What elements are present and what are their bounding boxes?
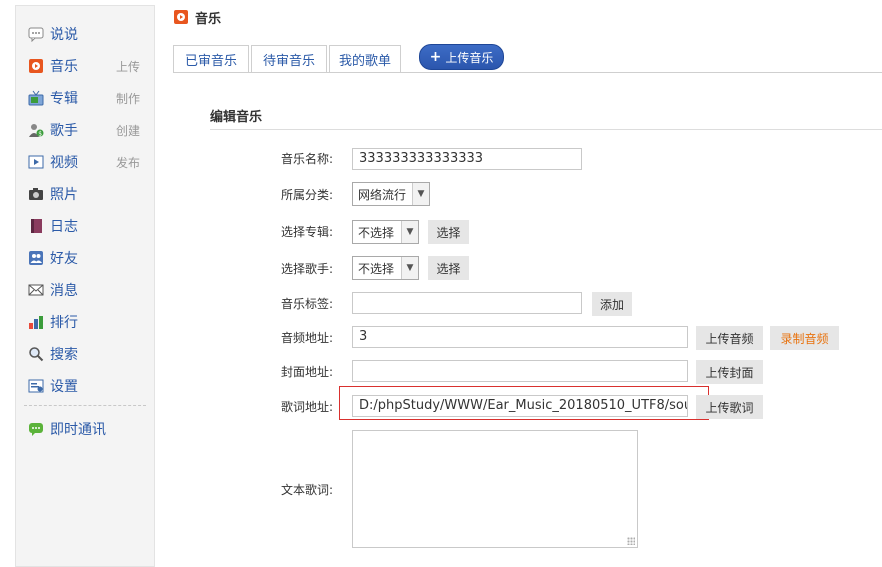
- singer-label: 选择歌手:: [281, 262, 334, 276]
- singer-select[interactable]: 不选择 ▼: [352, 256, 419, 280]
- resize-handle-icon[interactable]: [627, 537, 635, 545]
- category-select[interactable]: 网络流行 ▼: [352, 182, 430, 206]
- sidebar-item-label: 即时通讯: [50, 422, 106, 438]
- sidebar-item-label: 设置: [50, 379, 78, 395]
- record-audio-button[interactable]: 录制音频: [770, 326, 839, 350]
- sidebar-item-label: 日志: [50, 219, 78, 235]
- sidebar-item-label: 消息: [50, 283, 78, 299]
- add-tag-button[interactable]: 添加: [592, 292, 632, 316]
- tabs-divider: [173, 72, 882, 73]
- create-singer-link[interactable]: 创建: [116, 122, 140, 139]
- chevron-down-icon: ▼: [401, 221, 418, 243]
- cover-label: 封面地址:: [281, 365, 334, 379]
- category-label: 所属分类:: [281, 188, 334, 202]
- chat-icon: [28, 421, 44, 437]
- sidebar-item-label: 歌手: [50, 123, 78, 139]
- sidebar-item-album[interactable]: 专辑 制作: [28, 86, 148, 110]
- sidebar-item-label: 排行: [50, 315, 78, 331]
- sidebar-item-singer[interactable]: $ 歌手 创建: [28, 118, 148, 142]
- speech-bubble-icon: [28, 26, 44, 42]
- upload-audio-button[interactable]: 上传音频: [696, 326, 763, 350]
- upload-link[interactable]: 上传: [116, 58, 140, 75]
- sidebar-item-ranking[interactable]: 排行: [28, 310, 148, 334]
- upload-lyrics-button[interactable]: 上传歌词: [696, 395, 763, 419]
- album-label: 选择专辑:: [281, 225, 334, 239]
- select-album-button[interactable]: 选择: [428, 220, 469, 244]
- svg-text:$: $: [38, 131, 42, 138]
- upload-cover-button[interactable]: 上传封面: [696, 360, 763, 384]
- sidebar-item-settings[interactable]: 设置: [28, 374, 148, 398]
- plus-icon: +: [429, 49, 442, 65]
- upload-music-label: 上传音乐: [445, 50, 494, 65]
- sidebar-item-messages[interactable]: 消息: [28, 278, 148, 302]
- sidebar-item-im[interactable]: 即时通讯: [28, 417, 148, 441]
- upload-music-button[interactable]: + 上传音乐: [419, 44, 504, 70]
- section-title: 编辑音乐: [210, 110, 263, 125]
- audio-url-input[interactable]: 3: [352, 326, 688, 348]
- music-icon: [28, 58, 44, 74]
- lyrics-url-input[interactable]: D:/phpStudy/WWW/Ear_Music_20180510_UTF8/…: [352, 395, 688, 417]
- lyrics-label: 歌词地址:: [281, 400, 334, 414]
- sidebar-item-label: 照片: [50, 187, 78, 203]
- text-lyrics-textarea[interactable]: [352, 430, 638, 548]
- settings-icon: [28, 378, 44, 394]
- sidebar-item-video[interactable]: 视频 发布: [28, 150, 148, 174]
- album-select[interactable]: 不选择 ▼: [352, 220, 419, 244]
- tags-label: 音乐标签:: [281, 297, 334, 311]
- select-singer-button[interactable]: 选择: [428, 256, 469, 280]
- tab-my-playlist[interactable]: 我的歌单: [329, 45, 401, 73]
- page-header: 音乐: [173, 7, 221, 27]
- sidebar-item-label: 专辑: [50, 91, 78, 107]
- create-album-link[interactable]: 制作: [116, 90, 140, 107]
- sidebar-item-photos[interactable]: 照片: [28, 182, 148, 206]
- video-icon: [28, 154, 44, 170]
- page-title: 音乐: [195, 11, 222, 27]
- sidebar-item-search[interactable]: 搜索: [28, 342, 148, 366]
- sidebar-item-journal[interactable]: 日志: [28, 214, 148, 238]
- category-value: 网络流行: [358, 187, 407, 202]
- sidebar-item-shuoshuo[interactable]: 说说: [28, 22, 148, 46]
- camera-icon: [28, 186, 44, 202]
- chevron-down-icon: ▼: [401, 257, 418, 279]
- tab-approved-music[interactable]: 已审音乐: [173, 45, 249, 73]
- sidebar: 说说 音乐 上传 专辑 制作 $ 歌手 创建 视频 发布 照片 日志 好友 消息…: [15, 5, 155, 567]
- search-icon: [28, 346, 44, 362]
- name-label: 音乐名称:: [281, 152, 334, 166]
- cover-url-input[interactable]: [352, 360, 688, 382]
- publish-video-link[interactable]: 发布: [116, 154, 140, 171]
- music-tags-input[interactable]: [352, 292, 582, 314]
- sidebar-item-label: 说说: [50, 27, 78, 43]
- album-value: 不选择: [358, 225, 395, 240]
- music-name-input[interactable]: 333333333333333: [352, 148, 582, 170]
- section-divider: [210, 129, 882, 130]
- sidebar-item-label: 搜索: [50, 347, 78, 363]
- friends-icon: [28, 250, 44, 266]
- sidebar-item-label: 好友: [50, 251, 78, 267]
- sidebar-divider: [24, 405, 146, 406]
- audio-label: 音频地址:: [281, 331, 334, 345]
- tv-album-icon: [28, 90, 44, 106]
- text-lyrics-label: 文本歌词:: [281, 483, 334, 497]
- tab-pending-music[interactable]: 待审音乐: [251, 45, 327, 73]
- sidebar-item-label: 视频: [50, 155, 78, 171]
- mail-icon: [28, 282, 44, 298]
- singer-value: 不选择: [358, 261, 395, 276]
- bar-chart-icon: [28, 314, 44, 330]
- sidebar-item-music[interactable]: 音乐 上传: [28, 54, 148, 78]
- sidebar-item-label: 音乐: [50, 59, 78, 75]
- music-icon: [173, 9, 189, 25]
- singer-icon: $: [28, 122, 44, 138]
- sidebar-item-friends[interactable]: 好友: [28, 246, 148, 270]
- chevron-down-icon: ▼: [412, 183, 429, 205]
- journal-icon: [28, 218, 44, 234]
